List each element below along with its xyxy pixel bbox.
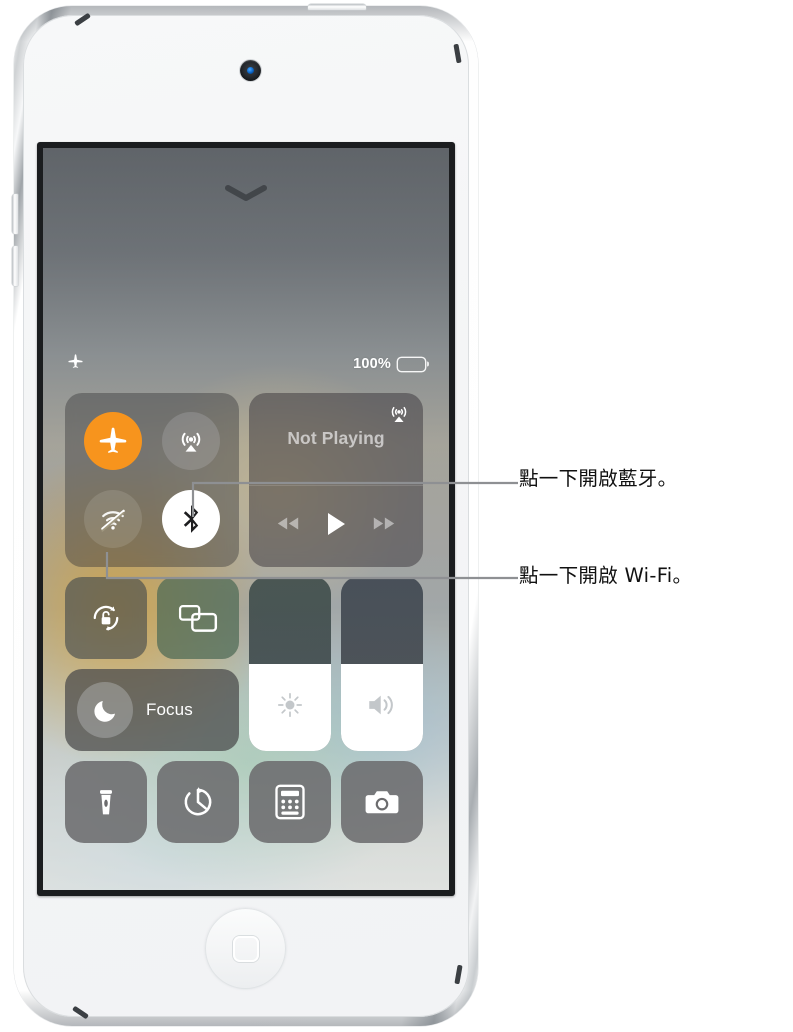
rewind-icon[interactable]: [275, 515, 301, 537]
status-bar-right: 100%: [353, 356, 425, 372]
moon-icon: [77, 682, 133, 738]
ipod-touch-device: 100% Not Playing Focus: [12, 4, 478, 1026]
timer-button[interactable]: [157, 761, 239, 843]
bluetooth-toggle[interactable]: [162, 490, 220, 548]
device-screen: 100% Not Playing Focus: [37, 142, 455, 896]
airplay-icon[interactable]: [385, 400, 413, 433]
now-playing-tile: Not Playing: [249, 393, 423, 567]
airdrop-toggle[interactable]: [162, 412, 220, 470]
callout-bluetooth-label: 點一下開啟藍牙。: [519, 467, 678, 490]
now-playing-title: Not Playing: [287, 428, 385, 449]
volume-track-empty: [341, 577, 423, 664]
airplane-icon: [67, 353, 84, 375]
volume-slider[interactable]: [341, 577, 423, 751]
now-playing-transport: [249, 486, 423, 567]
control-center: Not Playing Focus: [65, 393, 427, 843]
camera-button[interactable]: [341, 761, 423, 843]
screen-mirroring-button[interactable]: [157, 577, 239, 659]
focus-tile[interactable]: Focus: [65, 669, 239, 751]
connectivity-tile: [65, 393, 239, 567]
airplane-mode-toggle[interactable]: [84, 412, 142, 470]
callout-wifi-label: 點一下開啟 Wi-Fi。: [519, 564, 693, 587]
focus-label: Focus: [146, 700, 193, 719]
volume-up-button[interactable]: [12, 194, 18, 234]
control-center-row-2: Focus: [65, 577, 427, 751]
control-center-row-3: [65, 761, 427, 843]
home-button[interactable]: [205, 908, 286, 989]
volume-down-button[interactable]: [12, 246, 18, 286]
brightness-track-empty: [249, 577, 331, 664]
brightness-track-fill: [249, 664, 331, 751]
speaker-icon: [365, 690, 399, 725]
volume-track-fill: [341, 664, 423, 751]
wifi-toggle[interactable]: [84, 490, 142, 548]
calculator-button[interactable]: [249, 761, 331, 843]
home-square-icon: [233, 936, 259, 962]
flashlight-button[interactable]: [65, 761, 147, 843]
rotation-lock-toggle[interactable]: [65, 577, 147, 659]
status-bar: 100%: [43, 354, 449, 374]
play-icon[interactable]: [325, 511, 347, 542]
chevron-down-icon[interactable]: [224, 184, 268, 207]
sun-icon: [274, 689, 306, 726]
front-camera-icon: [240, 60, 261, 81]
fast-forward-icon[interactable]: [371, 515, 397, 537]
control-center-row-1: Not Playing: [65, 393, 427, 567]
battery-full-icon: [398, 358, 425, 371]
battery-percent-label: 100%: [353, 356, 391, 372]
brightness-slider[interactable]: [249, 577, 331, 751]
now-playing-header: Not Playing: [249, 393, 423, 486]
screen-content: 100% Not Playing Focus: [43, 148, 449, 890]
power-button[interactable]: [308, 4, 366, 10]
